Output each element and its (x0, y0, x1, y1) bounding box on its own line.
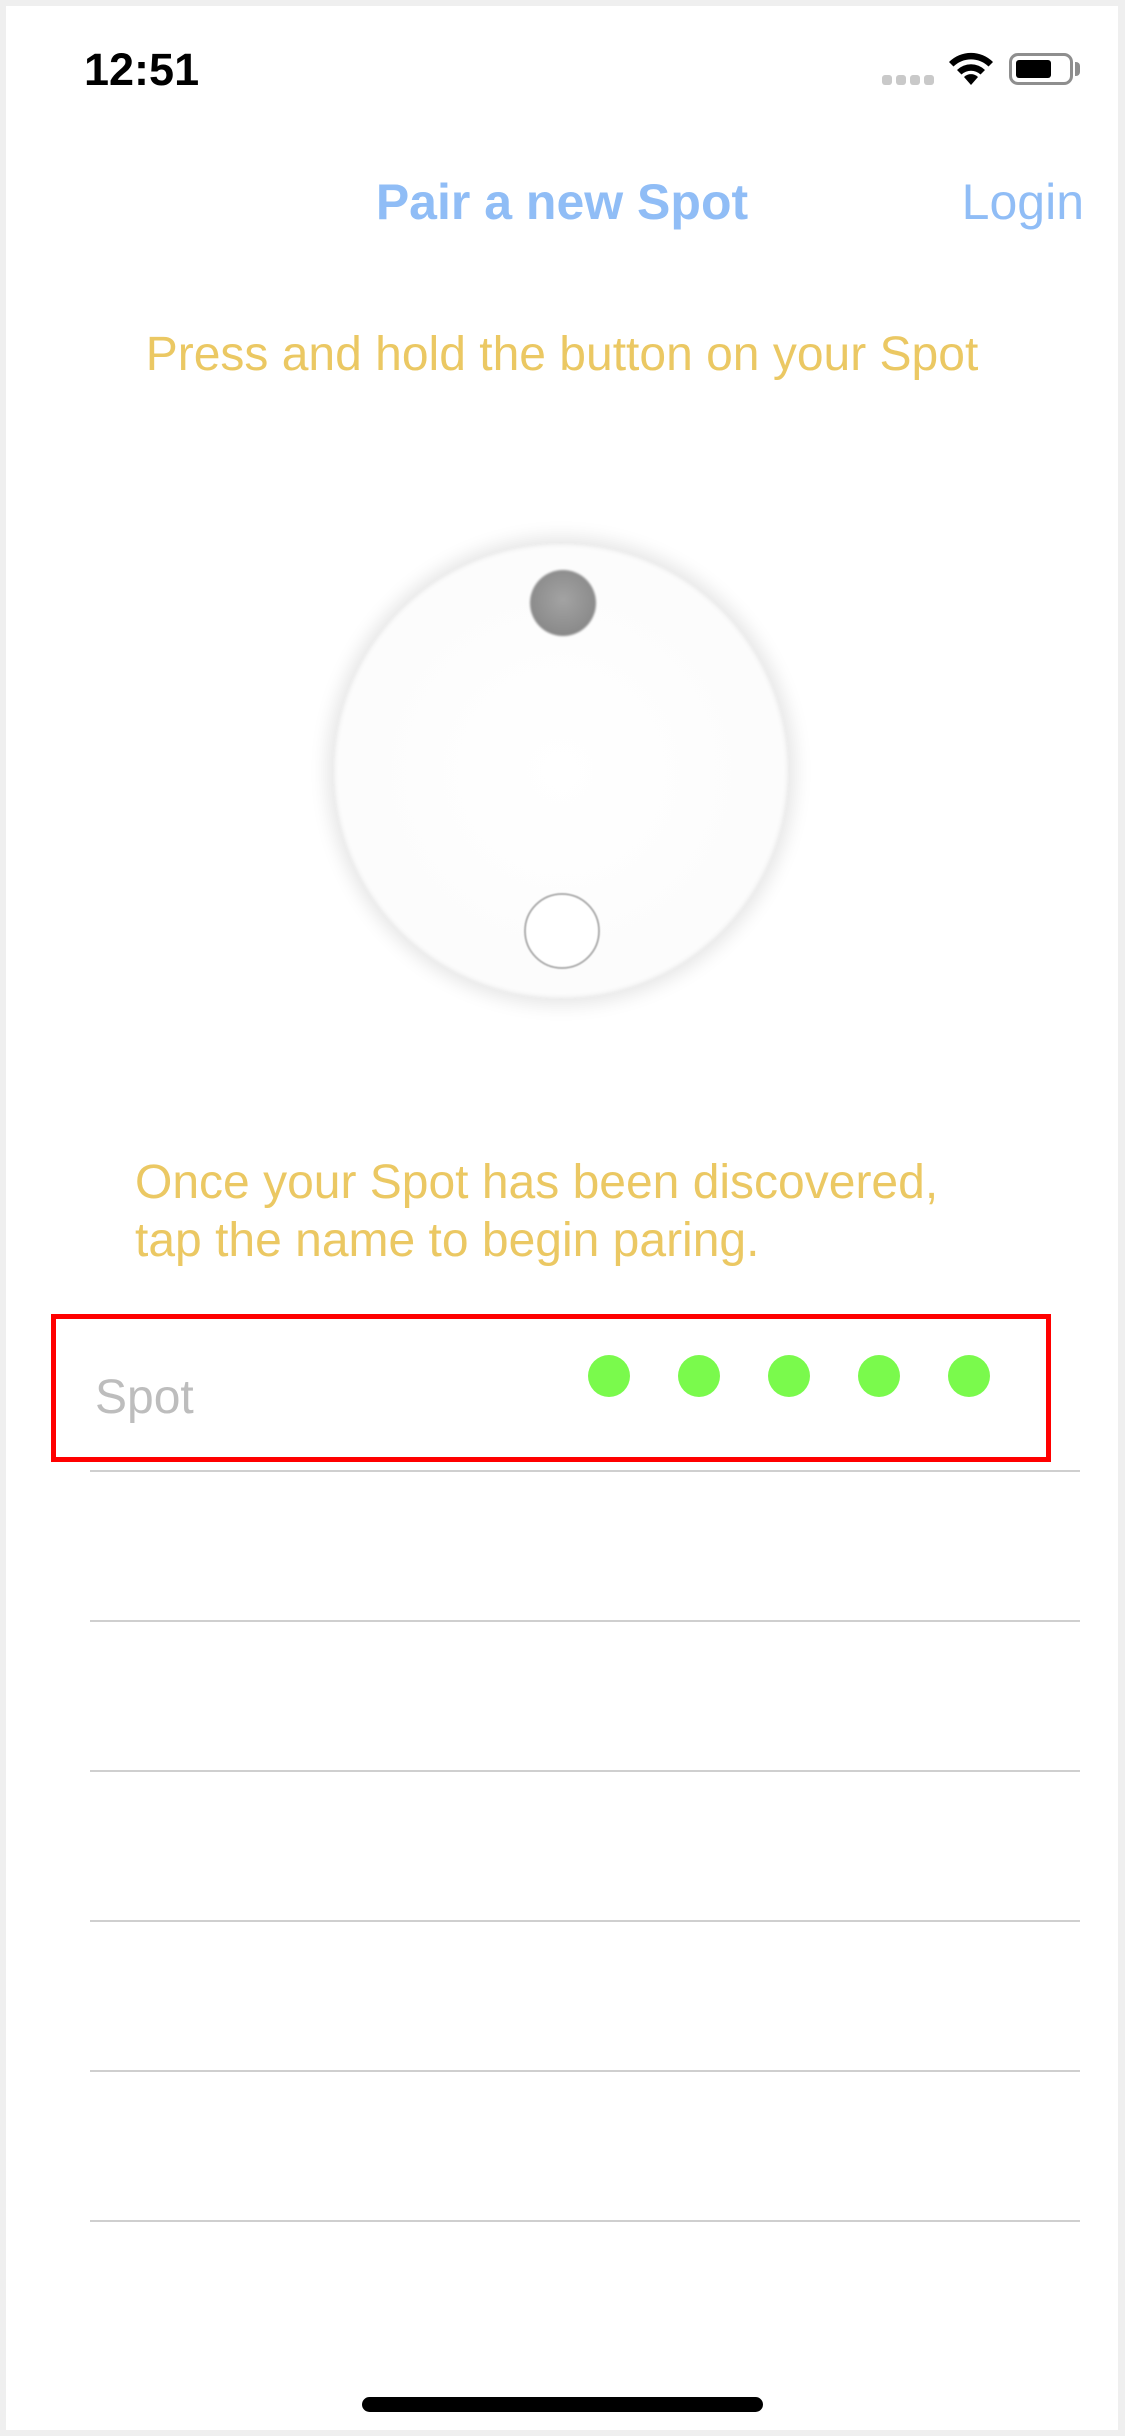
signal-bar (924, 75, 934, 85)
highlight-box (51, 1314, 1051, 1462)
wifi-icon (949, 52, 993, 85)
empty-list-row (90, 1622, 1080, 1772)
empty-list-row (90, 1772, 1080, 1922)
led-indicator-icon (530, 570, 596, 636)
status-time: 12:51 (84, 44, 200, 95)
pair-spot-screen: 12:51 Pair a new Spot Login Press and ho… (6, 6, 1118, 2430)
signal-bar (882, 75, 892, 85)
device-button-icon (524, 893, 600, 969)
battery-icon (1009, 53, 1073, 85)
cellular-signal-icon (882, 75, 934, 85)
empty-list-row (90, 1922, 1080, 2072)
discovered-instruction-line2: tap the name to begin paring. (135, 1214, 760, 1267)
battery-nub (1075, 62, 1080, 76)
signal-bar (910, 75, 920, 85)
row-separator (90, 2220, 1080, 2222)
empty-list-row (90, 1472, 1080, 1622)
discovered-instruction: Once your Spot has been discovered, tap … (135, 1154, 1035, 1270)
page-title: Pair a new Spot (375, 174, 749, 230)
battery-level (1016, 60, 1051, 78)
discovered-instruction-line1: Once your Spot has been discovered, (135, 1156, 939, 1209)
empty-list-row (90, 2072, 1080, 2222)
home-indicator[interactable] (362, 2397, 763, 2412)
login-button[interactable]: Login (962, 172, 1084, 232)
press-hold-instruction: Press and hold the button on your Spot (145, 328, 979, 381)
signal-bar (896, 75, 906, 85)
